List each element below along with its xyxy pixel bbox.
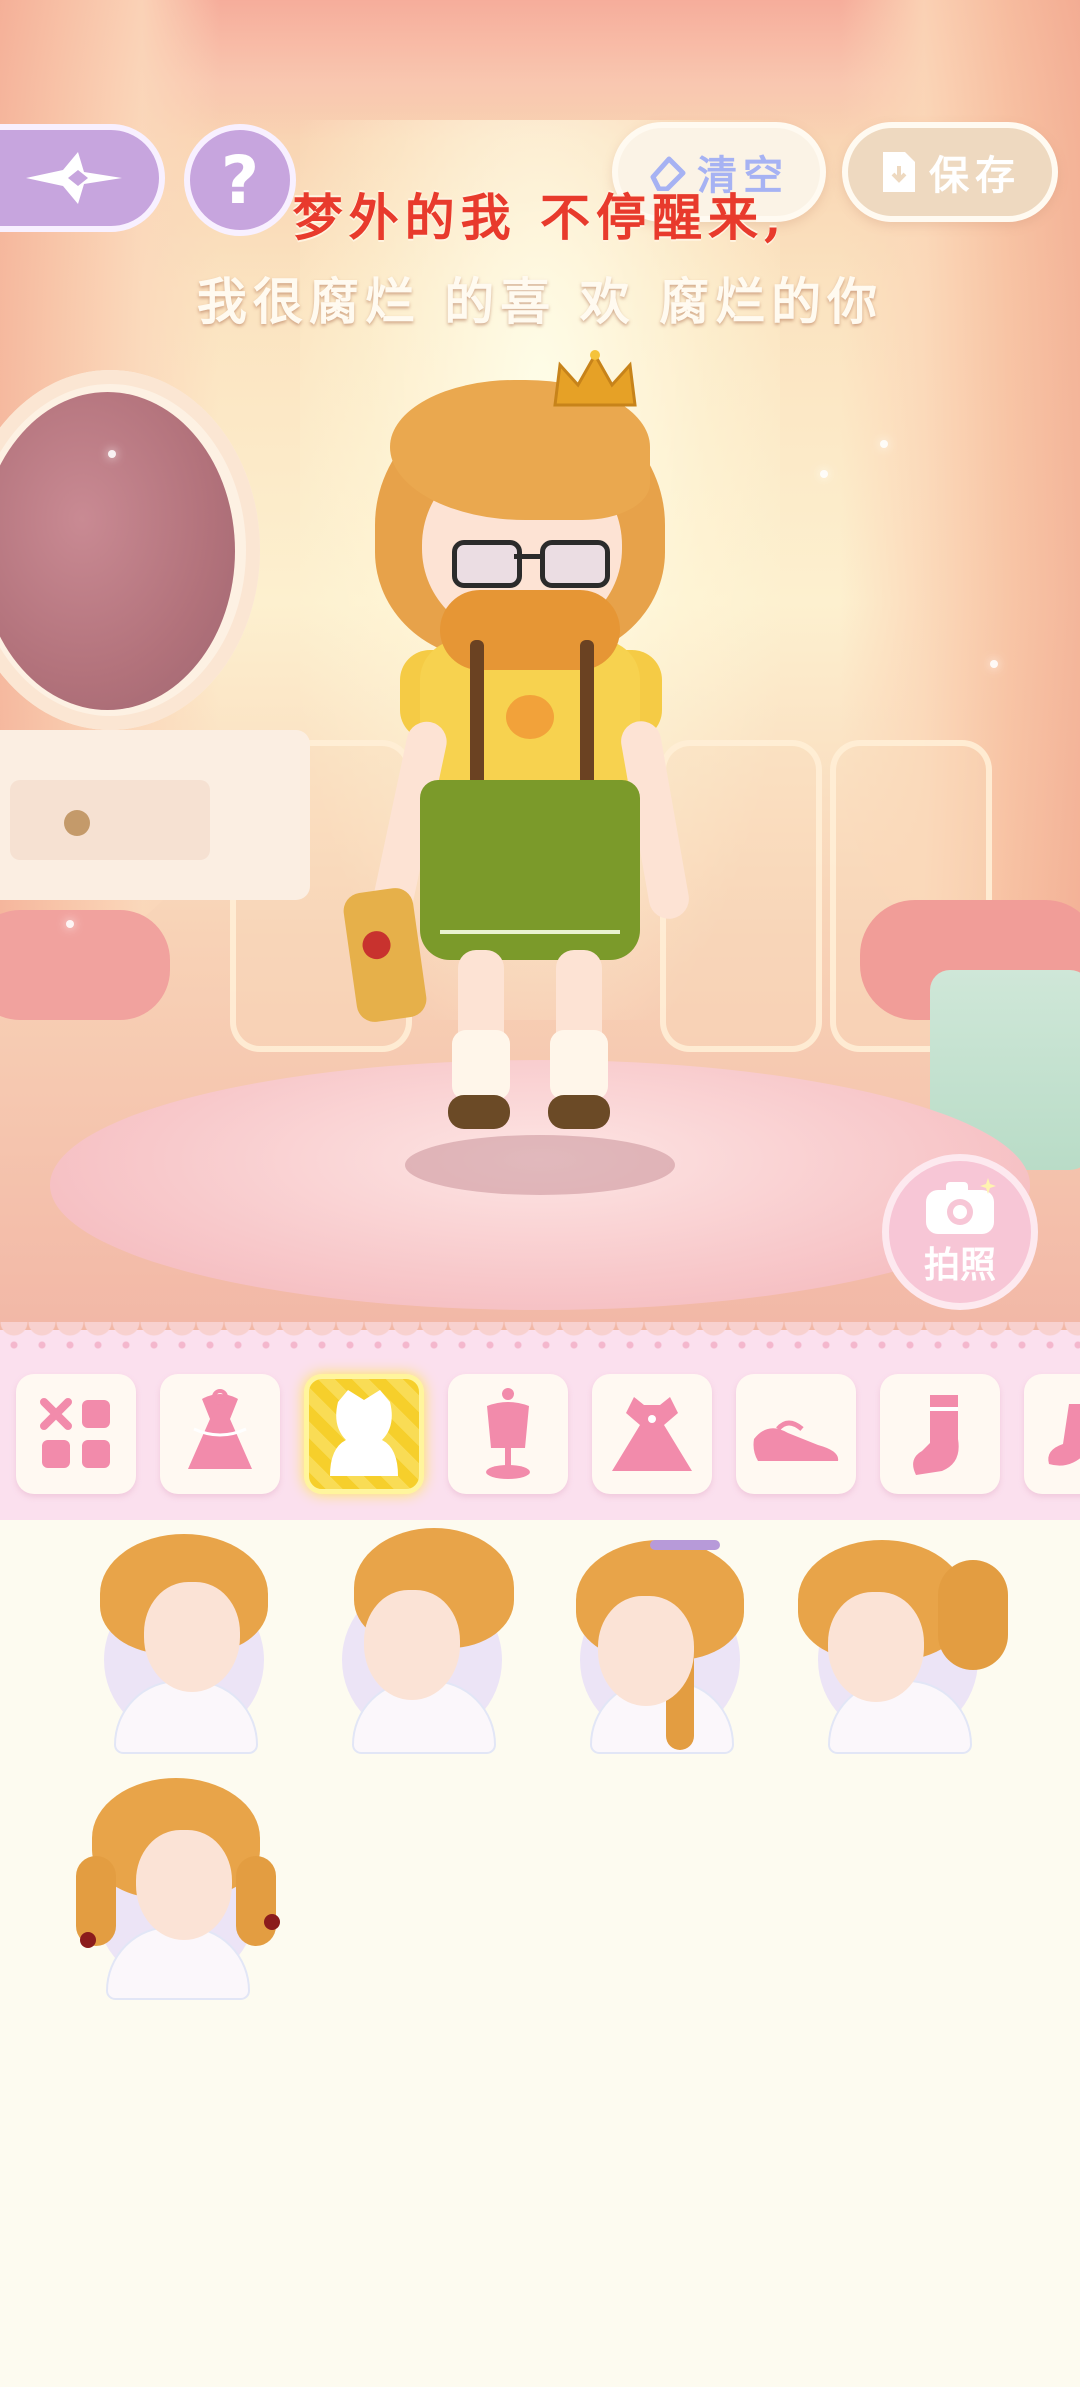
item-face	[136, 1830, 232, 1940]
headband	[650, 1540, 720, 1550]
hair-item-short-swept[interactable]	[74, 1520, 294, 1760]
item-face	[828, 1592, 924, 1702]
stool-left	[0, 910, 170, 1020]
bow-icon	[80, 1932, 96, 1948]
photo-button[interactable]: 拍照	[882, 1154, 1038, 1310]
category-tab-hair[interactable]	[304, 1374, 424, 1494]
item-face	[144, 1582, 240, 1692]
grid-icon	[40, 1398, 110, 1468]
hair-silhouette-icon	[330, 1390, 398, 1476]
category-bar-dots	[0, 1340, 1080, 1350]
shorts-trim	[440, 930, 620, 934]
drawer-knob	[64, 810, 90, 836]
wax-seal-icon	[360, 929, 393, 961]
category-tab-more[interactable]	[1024, 1374, 1080, 1494]
sparkle	[66, 920, 74, 928]
fox-print-icon	[506, 695, 554, 739]
category-tab-outfit-set[interactable]	[160, 1374, 280, 1494]
sparkle	[880, 440, 888, 448]
camera-icon	[926, 1178, 996, 1234]
sparkle	[108, 450, 116, 458]
sock	[550, 1030, 608, 1100]
category-tab-all[interactable]	[16, 1374, 136, 1494]
item-face	[364, 1590, 460, 1700]
dress-icon	[612, 1397, 692, 1471]
mannequin-icon	[486, 1388, 530, 1479]
shoe-icon	[753, 1420, 839, 1461]
category-tab-dress[interactable]	[592, 1374, 712, 1494]
suspender	[470, 640, 484, 800]
dress-set-icon	[188, 1389, 252, 1469]
sock	[452, 1030, 510, 1100]
vanity-drawer	[10, 780, 210, 860]
sparkle	[990, 660, 998, 668]
item-face	[598, 1596, 694, 1706]
lyric-line-2: 我很腐烂 的喜 欢 腐烂的你	[196, 272, 884, 331]
shoe	[448, 1095, 510, 1129]
glasses	[452, 540, 610, 588]
hair-item-slicked-back[interactable]	[312, 1520, 532, 1760]
category-tab-socks[interactable]	[880, 1374, 1000, 1494]
hair-item-twin-braids[interactable]	[66, 1766, 286, 2006]
shoe	[548, 1095, 610, 1129]
partial-icon	[1048, 1404, 1080, 1466]
ponytail	[938, 1560, 1008, 1670]
avatar-character[interactable]	[341, 340, 700, 1180]
hair-item-side-ponytail[interactable]	[788, 1520, 1008, 1760]
lyric-line-1: 梦外的我 不停醒来,	[292, 188, 788, 247]
braid	[76, 1856, 116, 1946]
sparkle	[820, 470, 828, 478]
sock-icon	[913, 1395, 959, 1475]
braid	[236, 1856, 276, 1946]
suspender	[580, 640, 594, 800]
category-tab-top[interactable]	[448, 1374, 568, 1494]
photo-label: 拍照	[923, 1245, 996, 1286]
crown-icon	[553, 350, 637, 407]
bow-icon	[264, 1914, 280, 1930]
hair-item-braided-headband[interactable]	[550, 1520, 770, 1760]
category-tab-shoes[interactable]	[736, 1374, 856, 1494]
